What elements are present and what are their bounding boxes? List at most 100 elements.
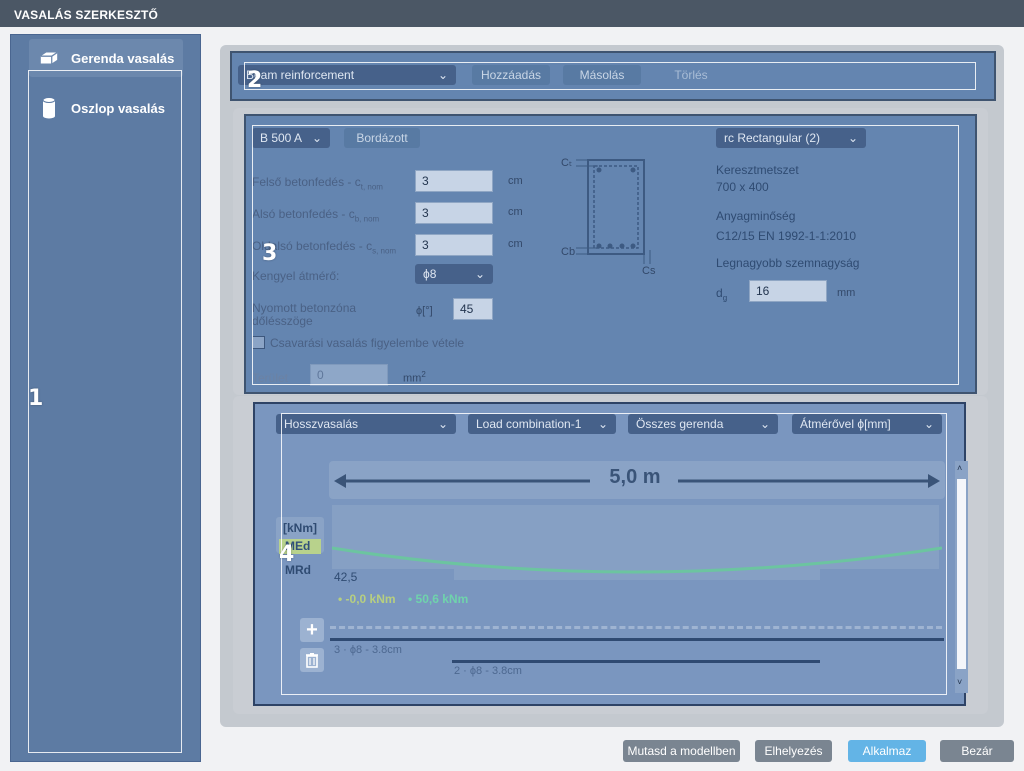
stirrup-value: ϕ8	[423, 267, 437, 281]
area-unit: mm2	[403, 370, 426, 385]
close-button[interactable]: Bezár	[940, 740, 1014, 762]
cross-section-label: Keresztmetszet	[716, 163, 799, 177]
column-icon	[39, 97, 59, 119]
torsion-checkbox[interactable]	[252, 336, 265, 349]
legend-item-1: • -0,0 kNm	[338, 592, 396, 606]
steel-grade-value: B 500 A	[260, 131, 303, 145]
unit-label: [kNm]	[283, 521, 318, 535]
legend-1-text: -0,0 kNm	[345, 592, 396, 606]
rebar-label-2: 2 · ϕ8 - 3.8cm	[454, 665, 522, 677]
top-cover-label: Felső betonfedés - ct, nom	[252, 175, 383, 191]
delete-rebar-button[interactable]	[300, 648, 324, 672]
dg-unit: mm	[837, 287, 856, 299]
scroll-down-icon[interactable]: ˅	[957, 677, 962, 687]
grain-size-label: Legnagyobb szemnagyság	[716, 256, 860, 270]
dg-input[interactable]: 16	[749, 280, 827, 302]
filter-select-4[interactable]: Átmérővel ϕ[mm] ⌄	[792, 414, 942, 434]
top-cover-input[interactable]: 3	[415, 170, 493, 192]
steel-grade-select[interactable]: B 500 A ⌄	[252, 128, 330, 148]
top-cover-text: Felső betonfedés - c	[252, 175, 361, 189]
legend-2-text: 50,6 kNm	[415, 592, 469, 606]
diagram-cb-label: Cb	[561, 246, 576, 258]
reinforcement-select[interactable]: Beam reinforcement ⌄	[238, 65, 456, 85]
legend-item-2: • 50,6 kNm	[408, 592, 469, 606]
area-unit-sup: 2	[421, 370, 426, 379]
side-cover-sub: s, nom	[372, 246, 397, 256]
diagram-cs-label: Cs	[642, 265, 656, 277]
apply-button[interactable]: Alkalmaz	[848, 740, 926, 762]
region-number: 3	[262, 241, 278, 266]
med-curve	[332, 546, 942, 574]
dg-text: d	[716, 286, 723, 300]
ribbed-button[interactable]: Bordázott	[344, 128, 420, 148]
compression-angle-input[interactable]: 45	[453, 298, 493, 320]
beam-icon	[39, 48, 59, 68]
scrollbar-thumb[interactable]	[957, 479, 966, 669]
plus-icon: +	[306, 618, 318, 641]
material-label: Anyagminőség	[716, 209, 796, 223]
placement-button[interactable]: Elhelyezés	[755, 740, 832, 762]
filter-2-value: Load combination-1	[476, 417, 582, 431]
area-label: Terület	[252, 371, 289, 385]
filter-3-value: Összes gerenda	[636, 417, 724, 431]
cross-section-value: 700 x 400	[716, 180, 769, 194]
rebar-line-2[interactable]	[452, 660, 820, 663]
rebar-line-1[interactable]	[330, 638, 944, 641]
bottom-cover-sub: b, nom	[354, 214, 380, 224]
rebar-label-1: 3 · ϕ8 - 3.8cm	[334, 644, 402, 656]
dg-sub: g	[722, 293, 728, 303]
top-cover-unit: cm	[508, 175, 523, 187]
phi-degree-label: ϕ[°]	[416, 305, 433, 317]
filter-select-2[interactable]: Load combination-1 ⌄	[468, 414, 616, 434]
bottom-cover-unit: cm	[508, 206, 523, 218]
filter-select-3[interactable]: Összes gerenda ⌄	[628, 414, 778, 434]
trash-icon	[306, 653, 318, 668]
sidebar-item-column[interactable]: Oszlop vasalás	[29, 89, 183, 127]
chevron-down-icon: ⌄	[759, 417, 770, 431]
value-label: 42,5	[334, 570, 358, 584]
filter-1-value: Hosszvasalás	[284, 417, 359, 431]
delete-button[interactable]: Törlés	[652, 65, 730, 85]
compression-angle-label: Nyomott betonzóna dőlésszöge	[252, 302, 356, 328]
chevron-down-icon: ⌄	[847, 131, 858, 145]
compression-label-line-2: dőlésszöge	[252, 314, 313, 328]
region-number: 1	[28, 386, 44, 411]
add-button[interactable]: Hozzáadás	[472, 65, 550, 85]
region-number: 4	[279, 542, 295, 567]
dashed-divider	[330, 626, 942, 629]
scroll-up-icon[interactable]: ˄	[957, 463, 962, 473]
section-select[interactable]: rc Rectangular (2) ⌄	[716, 128, 866, 148]
bottom-cover-input[interactable]: 3	[415, 202, 493, 224]
window-title: VASALÁS SZERKESZTŐ	[0, 0, 1024, 27]
show-in-model-button[interactable]: Mutasd a modellben	[623, 740, 740, 762]
section-select-value: rc Rectangular (2)	[724, 131, 821, 145]
side-cover-input[interactable]: 3	[415, 234, 493, 256]
material-value: C12/15 EN 1992-1-1:2010	[716, 229, 857, 243]
area-input[interactable]: 0	[310, 364, 388, 386]
chevron-down-icon: ⌄	[437, 417, 448, 431]
torsion-label: Csavarási vasalás figyelembe vétele	[270, 336, 465, 350]
chevron-down-icon: ⌄	[474, 267, 485, 281]
region-number: 2	[247, 68, 263, 93]
top-cover-sub: t, nom	[360, 182, 383, 192]
bottom-cover-label: Alsó betonfedés - cb, nom	[252, 207, 379, 223]
bottom-cover-text: Alsó betonfedés - c	[252, 207, 355, 221]
sidebar-item-label: Gerenda vasalás	[71, 50, 175, 66]
sidebar-item-beam[interactable]: Gerenda vasalás	[29, 39, 183, 77]
add-rebar-button[interactable]: +	[300, 618, 324, 642]
stirrup-select[interactable]: ϕ8 ⌄	[415, 264, 493, 284]
filter-select-1[interactable]: Hosszvasalás ⌄	[276, 414, 456, 434]
dg-label: dg	[716, 286, 727, 302]
diagram-ct-label: Cₜ	[561, 157, 573, 169]
vertical-scrollbar[interactable]: ˄ ˅	[955, 461, 968, 693]
chevron-down-icon: ⌄	[311, 131, 322, 145]
stirrup-label: Kengyel átmérő:	[252, 269, 340, 283]
side-cover-unit: cm	[508, 238, 523, 250]
copy-button[interactable]: Másolás	[563, 65, 641, 85]
chevron-down-icon: ⌄	[437, 68, 448, 82]
sidebar-item-label: Oszlop vasalás	[71, 100, 165, 116]
chevron-down-icon: ⌄	[923, 417, 934, 431]
area-unit-text: mm	[403, 372, 422, 385]
filter-4-value: Átmérővel ϕ[mm]	[800, 417, 891, 431]
span-length-label: 5,0 m	[609, 466, 661, 488]
